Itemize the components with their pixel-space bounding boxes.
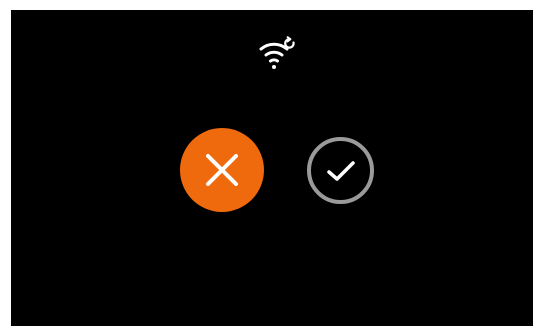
check-icon xyxy=(326,159,356,183)
wifi-reset-icon xyxy=(259,36,299,72)
confirm-button[interactable] xyxy=(307,137,374,204)
close-icon xyxy=(205,153,239,187)
cancel-button[interactable] xyxy=(180,128,264,212)
device-screen xyxy=(11,10,533,326)
